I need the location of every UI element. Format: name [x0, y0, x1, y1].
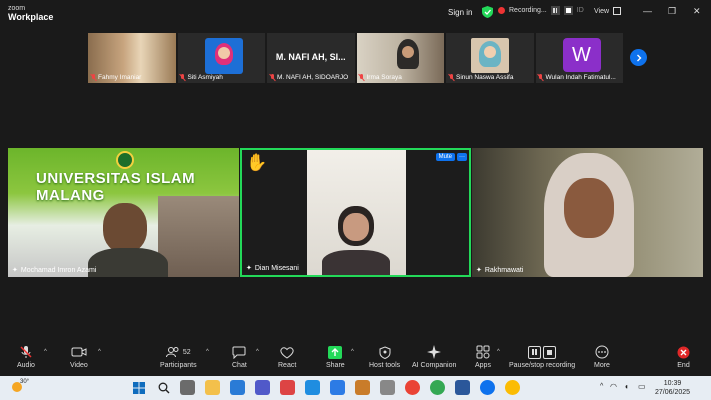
- camera-icon: [71, 347, 87, 357]
- edge-icon[interactable]: [305, 380, 320, 395]
- share-arrow-icon: [328, 345, 343, 359]
- shield-icon[interactable]: [482, 6, 493, 18]
- mic-muted-icon: [448, 74, 454, 81]
- chrome-icon[interactable]: [430, 380, 445, 395]
- shield-icon: [379, 345, 391, 359]
- wifi-icon[interactable]: ◠: [610, 382, 617, 391]
- participant-thumb[interactable]: M. NAFI AH, SI... M. NAFI AH, SIDOARJO: [267, 33, 355, 83]
- end-meeting-button[interactable]: End: [677, 344, 690, 369]
- profile-picture: [471, 38, 509, 73]
- restore-button[interactable]: ❐: [668, 6, 676, 17]
- mic-muted-icon: [20, 346, 32, 358]
- app-icon[interactable]: [230, 380, 245, 395]
- tile-more-button[interactable]: ···: [457, 153, 467, 161]
- title-bar: zoom Workplace Sign in Recording... ID V…: [0, 0, 711, 26]
- mute-button[interactable]: Mute: [435, 153, 455, 161]
- participant-thumb[interactable]: Irma Soraya: [356, 33, 444, 83]
- participant-thumb[interactable]: W Wulan Indah Fatimatul...: [535, 33, 623, 83]
- recording-indicator: Recording... ID: [498, 6, 584, 15]
- app-icon[interactable]: [330, 380, 345, 395]
- pause-recording-icon[interactable]: [550, 6, 560, 15]
- more-dots-icon: [595, 345, 609, 359]
- chevron-right-icon: [636, 54, 641, 61]
- profile-picture: [204, 38, 243, 74]
- zoom-logo: zoom Workplace: [8, 5, 54, 22]
- volume-icon[interactable]: ◖: [624, 382, 629, 391]
- mic-muted-icon: [180, 74, 186, 81]
- audio-button[interactable]: Audio: [17, 344, 35, 369]
- app-icon[interactable]: [380, 380, 395, 395]
- gallery-strip: Fahmy Imaniar Siti Asmiyah M. NAFI AH, S…: [88, 33, 623, 83]
- word-icon[interactable]: [455, 380, 470, 395]
- video-tile[interactable]: UNIVERSITAS ISLAM MALANG ✦ Mochamad Imron…: [8, 148, 239, 277]
- stop-recording-icon[interactable]: [563, 6, 573, 15]
- people-icon: [165, 347, 179, 358]
- participant-thumb[interactable]: Siti Asmiyah: [177, 33, 265, 83]
- sign-in-link[interactable]: Sign in: [448, 8, 472, 17]
- video-tile[interactable]: ✦ Rakhmawati: [472, 148, 703, 277]
- apps-icon: [476, 345, 490, 359]
- pause-stop-recording-button[interactable]: Pause/stop recording: [509, 344, 575, 369]
- weather-temp: 30°: [20, 379, 30, 385]
- participant-name-large: M. NAFI AH, SI...: [275, 52, 346, 62]
- close-button[interactable]: ✕: [693, 6, 701, 17]
- pin-icon: ✦: [246, 265, 252, 272]
- host-tools-button[interactable]: Host tools: [369, 344, 400, 369]
- apps-button[interactable]: Apps: [475, 344, 491, 369]
- heart-icon: [280, 346, 294, 359]
- chat-button[interactable]: Chat: [232, 344, 247, 369]
- pin-icon: ✦: [476, 267, 482, 274]
- video-tile-active-speaker[interactable]: ✋ Mute ··· ✦ Dian Misesani: [240, 148, 471, 277]
- participant-thumb[interactable]: Fahmy Imaniar: [88, 33, 176, 83]
- video-options-caret[interactable]: ^: [98, 349, 101, 355]
- chrome-icon[interactable]: [505, 380, 520, 395]
- view-button[interactable]: View: [594, 7, 622, 15]
- chrome-icon[interactable]: [405, 380, 420, 395]
- participants-button[interactable]: 52 Participants: [160, 344, 197, 369]
- search-icon[interactable]: [156, 380, 171, 395]
- next-page-button[interactable]: [630, 49, 647, 66]
- chat-options-caret[interactable]: ^: [256, 349, 259, 355]
- apps-options-caret[interactable]: ^: [497, 349, 500, 355]
- app-icon[interactable]: [355, 380, 370, 395]
- app-icon[interactable]: [280, 380, 295, 395]
- mic-muted-icon: [359, 74, 365, 81]
- participant-thumb[interactable]: Sinun Naswa Assifa: [446, 33, 534, 83]
- building-image: [158, 196, 239, 277]
- minimize-button[interactable]: —: [643, 6, 652, 16]
- chat-icon: [232, 346, 246, 359]
- participants-options-caret[interactable]: ^: [206, 349, 209, 355]
- video-button[interactable]: Video: [70, 344, 88, 369]
- mic-muted-icon: [538, 74, 544, 81]
- task-view-icon[interactable]: [180, 380, 195, 395]
- windows-taskbar: 30° ^ ◠ ◖ ▭ 10:39 27/06/2025: [0, 376, 711, 400]
- windows-start-icon[interactable]: [131, 380, 146, 395]
- ai-companion-button[interactable]: AI Companion: [412, 344, 456, 369]
- end-call-icon: [677, 346, 690, 358]
- avatar: W: [562, 38, 601, 72]
- sparkle-icon: [427, 345, 442, 359]
- zoom-icon[interactable]: [480, 380, 495, 395]
- tray-chevron-icon[interactable]: ^: [600, 383, 603, 390]
- university-logo: [116, 151, 134, 169]
- audio-options-caret[interactable]: ^: [44, 349, 47, 355]
- battery-icon[interactable]: ▭: [638, 382, 646, 391]
- meeting-id-label[interactable]: ID: [577, 7, 584, 14]
- react-button[interactable]: React: [278, 344, 296, 369]
- more-button[interactable]: More: [594, 344, 610, 369]
- mic-muted-icon: [269, 74, 275, 81]
- teams-icon[interactable]: [255, 380, 270, 395]
- raised-hand-icon: ✋: [246, 153, 268, 172]
- share-options-caret[interactable]: ^: [351, 349, 354, 355]
- share-button[interactable]: Share: [326, 344, 345, 369]
- system-clock[interactable]: 10:39 27/06/2025: [655, 379, 690, 397]
- mic-muted-icon: [90, 74, 96, 81]
- recording-dot-icon: [498, 7, 505, 14]
- pin-icon: ✦: [12, 267, 18, 274]
- stop-icon: [543, 345, 557, 359]
- grid-icon: [613, 7, 622, 15]
- file-explorer-icon[interactable]: [205, 380, 220, 395]
- meeting-toolbar: Audio ^ Video ^ 52 Participants ^ Chat ^…: [0, 340, 711, 376]
- pause-icon: [528, 345, 542, 359]
